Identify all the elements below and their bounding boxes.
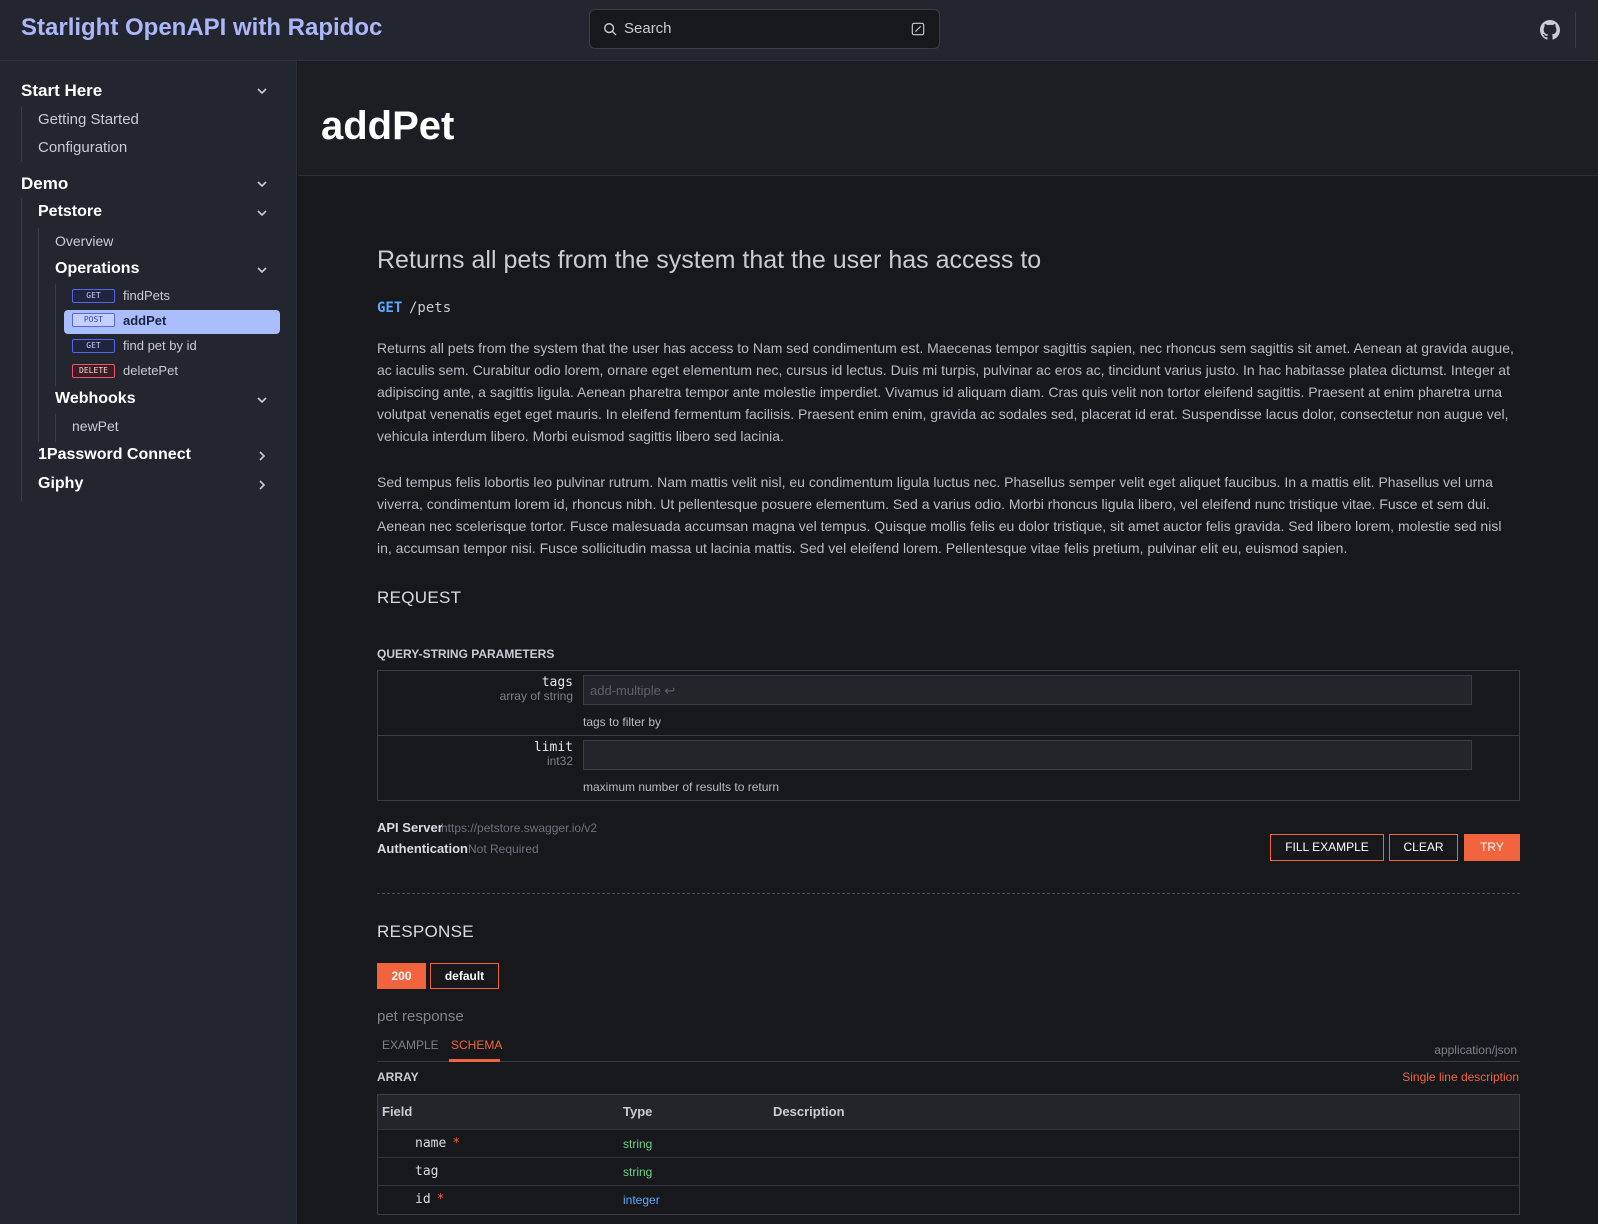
limit-input[interactable] — [583, 740, 1472, 770]
clear-button[interactable]: CLEAR — [1389, 834, 1458, 861]
sidebar — [0, 61, 297, 1224]
param-type: int32 — [546, 754, 573, 768]
api-server-label: API Server — [377, 820, 443, 835]
github-icon[interactable] — [1540, 20, 1560, 40]
method-badge-get: GET — [72, 289, 115, 303]
table-row-divider — [378, 1129, 1519, 1130]
mime-type: application/json — [1434, 1043, 1517, 1057]
tags-input[interactable]: add-multiple ↩ — [583, 675, 1472, 705]
sidebar-group-start-here[interactable]: Start Here — [21, 81, 102, 101]
search-icon — [604, 23, 617, 36]
chevron-right-icon[interactable] — [256, 450, 268, 462]
table-row-field-tag: tag — [415, 1164, 438, 1179]
description-paragraph: Returns all pets from the system that th… — [377, 340, 1514, 444]
header-divider — [1575, 12, 1576, 48]
response-description: pet response — [377, 1008, 464, 1025]
sidebar-item-addpet[interactable]: addPet — [123, 313, 166, 328]
field-type: integer — [623, 1193, 660, 1207]
chevron-down-icon[interactable] — [256, 178, 268, 190]
param-description: tags to filter by — [583, 715, 662, 729]
tags-input-placeholder: add-multiple ↩ — [590, 683, 676, 698]
chevron-down-icon[interactable] — [256, 394, 268, 406]
query-params-heading: QUERY-STRING PARAMETERS — [377, 647, 555, 661]
sidebar-guide-line — [21, 199, 22, 501]
site-title[interactable]: Starlight OpenAPI with Rapidoc — [21, 14, 382, 42]
sidebar-group-operations[interactable]: Operations — [55, 260, 139, 278]
auth-value: Not Required — [468, 842, 539, 856]
table-row-divider — [378, 1157, 1519, 1158]
param-name: limit — [533, 740, 573, 755]
required-asterisk: * — [452, 1136, 461, 1151]
request-heading: REQUEST — [377, 588, 462, 607]
table-row-field-name: name * — [415, 1136, 460, 1151]
chevron-down-icon[interactable] — [256, 85, 268, 97]
table-row-divider — [378, 1185, 1519, 1186]
method-badge-post: POST — [72, 313, 115, 327]
page-title: addPet — [321, 104, 455, 148]
top-header: Starlight OpenAPI with Rapidoc Search — [0, 0, 1598, 61]
sidebar-group-1password-connect[interactable]: 1Password Connect — [38, 446, 191, 464]
description-paragraph: Sed tempus felis lobortis leo pulvinar r… — [377, 474, 1502, 556]
sidebar-group-petstore[interactable]: Petstore — [38, 203, 102, 221]
response-tab-default[interactable]: default — [430, 963, 499, 989]
params-row-divider — [377, 735, 1520, 736]
sidebar-item-overview[interactable]: Overview — [55, 233, 113, 249]
sidebar-group-giphy[interactable]: Giphy — [38, 475, 83, 493]
param-description: maximum number of results to return — [583, 780, 780, 794]
operation-summary: Returns all pets from the system that th… — [377, 246, 1042, 274]
tab-example[interactable]: EXAMPLE — [382, 1038, 439, 1052]
chevron-down-icon[interactable] — [256, 264, 268, 276]
field-name: tag — [415, 1164, 439, 1179]
param-type: array of string — [499, 689, 573, 703]
required-asterisk: * — [436, 1192, 445, 1207]
tab-schema[interactable]: SCHEMA — [451, 1038, 502, 1052]
response-heading: RESPONSE — [377, 922, 474, 941]
response-tab-200[interactable]: 200 — [377, 963, 426, 989]
auth-label: Authentication — [377, 841, 468, 856]
single-line-description-toggle[interactable]: Single line description — [1380, 1070, 1519, 1084]
keyboard-shortcut-icon — [911, 22, 925, 36]
sidebar-item-findpets[interactable]: findPets — [123, 288, 170, 303]
active-tab-indicator — [449, 1059, 500, 1062]
sidebar-item-newpet[interactable]: newPet — [72, 418, 119, 434]
schema-table-header — [378, 1095, 1519, 1129]
page-title-band — [298, 61, 1598, 176]
sidebar-item-configuration[interactable]: Configuration — [38, 139, 127, 156]
method-badge-delete: DELETE — [72, 364, 115, 378]
chevron-down-icon[interactable] — [256, 207, 268, 219]
schema-array-label: ARRAY — [377, 1070, 419, 1084]
sidebar-guide-line — [55, 414, 56, 442]
try-button[interactable]: TRY — [1464, 834, 1520, 861]
sidebar-guide-line — [21, 107, 22, 161]
section-divider — [377, 893, 1520, 894]
field-type: string — [623, 1165, 653, 1179]
sidebar-guide-line — [38, 228, 39, 442]
sidebar-item-deletepet[interactable]: deletePet — [123, 363, 178, 378]
chevron-right-icon[interactable] — [256, 479, 268, 491]
search-button[interactable]: Search — [589, 9, 940, 49]
sidebar-group-webhooks[interactable]: Webhooks — [55, 390, 136, 408]
method-badge-get: GET — [72, 339, 115, 353]
sidebar-item-getting-started[interactable]: Getting Started — [38, 111, 139, 128]
field-name: name — [415, 1136, 447, 1151]
sidebar-guide-line — [55, 284, 56, 386]
sidebar-group-demo[interactable]: Demo — [21, 174, 68, 194]
endpoint-path: /pets — [409, 300, 452, 316]
column-header-field: Field — [382, 1104, 413, 1119]
http-method: GET — [377, 300, 403, 316]
field-type: string — [623, 1137, 653, 1151]
tab-bar-line — [377, 1061, 1520, 1062]
search-label: Search — [624, 20, 672, 37]
column-header-description: Description — [773, 1104, 845, 1119]
table-row-field-id: id * — [415, 1192, 444, 1207]
fill-example-button[interactable]: FILL EXAMPLE — [1270, 834, 1384, 861]
field-name: id — [415, 1192, 431, 1207]
sidebar-item-find-pet-by-id[interactable]: find pet by id — [123, 338, 197, 353]
api-server-value[interactable]: https://petstore.swagger.io/v2 — [441, 821, 597, 835]
column-header-type: Type — [623, 1104, 653, 1119]
param-name: tags — [541, 675, 573, 690]
